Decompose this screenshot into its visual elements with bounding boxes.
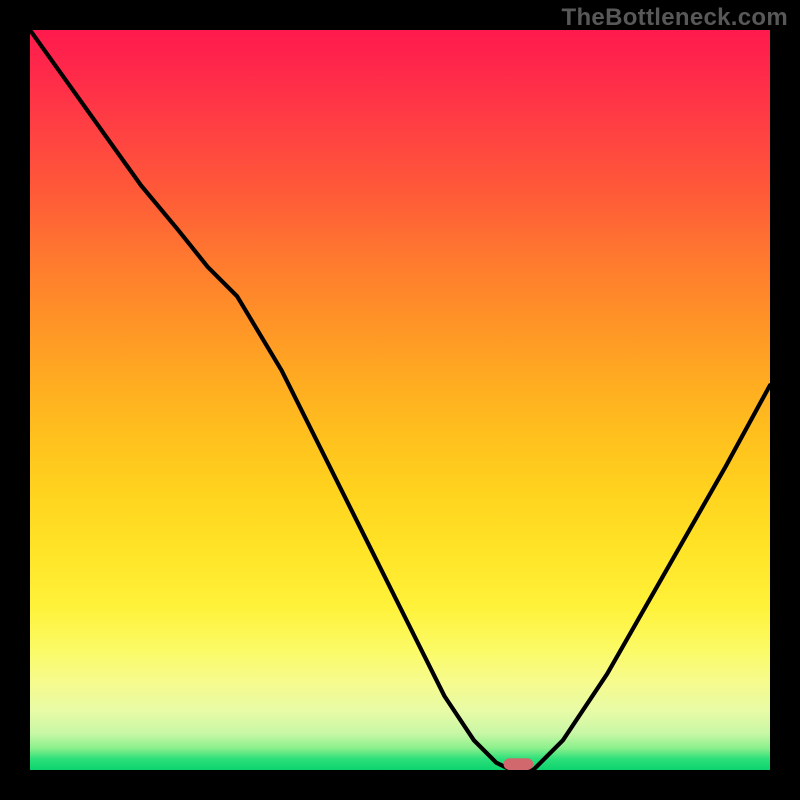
chart-frame: TheBottleneck.com <box>0 0 800 800</box>
watermark-text: TheBottleneck.com <box>562 4 788 32</box>
plot-area <box>30 30 770 770</box>
optimal-marker <box>504 758 534 770</box>
curve-layer <box>30 30 770 770</box>
bottleneck-curve <box>30 30 770 770</box>
